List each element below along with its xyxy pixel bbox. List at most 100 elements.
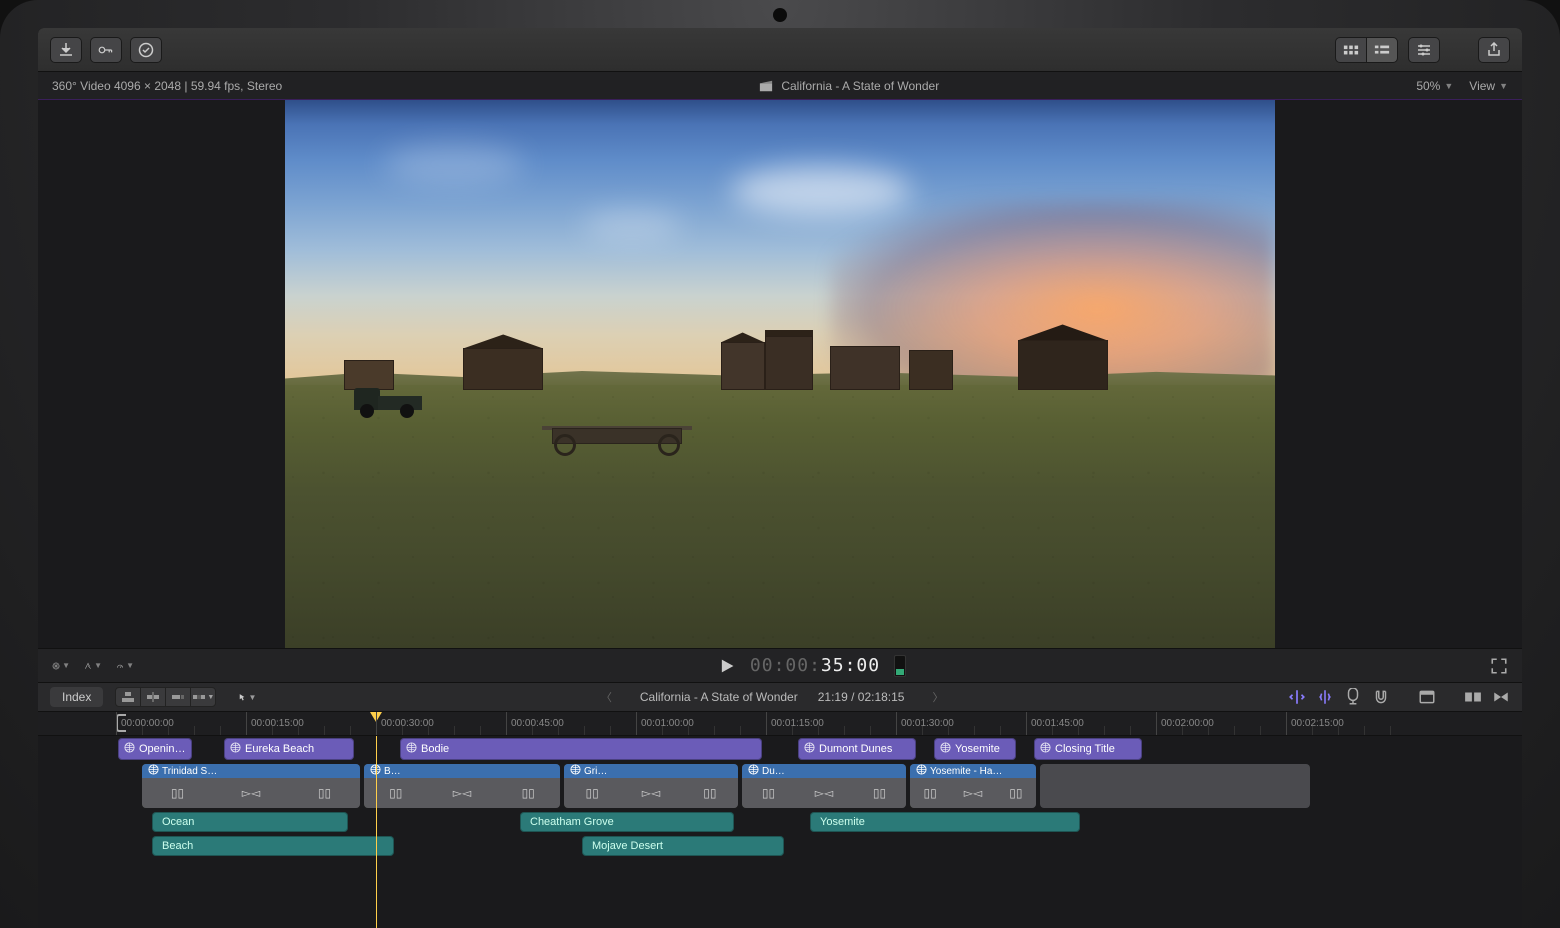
titles-track: Openin… Eureka Beach Bodie Dumont Dunes Yose… <box>38 738 1522 760</box>
clip-label: Dumont Dunes <box>819 743 892 755</box>
through-edit-join-icon: ▻◅ <box>642 786 660 800</box>
ruler-tick: 00:01:45:00 <box>1026 712 1084 735</box>
audio-clip[interactable]: Cheatham Grove <box>520 812 734 832</box>
title-clip[interactable]: Openin… <box>118 738 192 760</box>
tool-selector[interactable]: ▼ <box>238 688 256 706</box>
viewer-header: 360° Video 4096 × 2048 | 59.94 fps, Ster… <box>38 72 1522 100</box>
import-button[interactable] <box>50 37 82 63</box>
transitions-browser-button[interactable] <box>1464 688 1482 706</box>
audio-skimming-button[interactable] <box>1316 688 1334 706</box>
ruler-tick: 00:01:00:00 <box>636 712 694 735</box>
timeline[interactable]: Openin… Eureka Beach Bodie Dumont Dunes Yose… <box>38 736 1522 928</box>
filmstrip-view-button[interactable] <box>1335 37 1367 63</box>
clip-speed-dropdown[interactable]: ▼ <box>116 657 134 675</box>
title-clip[interactable]: Bodie <box>400 738 762 760</box>
through-edit-icon: ▯▯ <box>703 786 716 800</box>
globe-icon <box>230 742 241 756</box>
background-tasks-button[interactable] <box>130 37 162 63</box>
retime-dropdown[interactable]: ▼ <box>84 657 102 675</box>
zoom-value: 50% <box>1416 79 1440 93</box>
fullscreen-button[interactable] <box>1490 657 1508 675</box>
overwrite-clip-button[interactable]: ▼ <box>190 687 216 707</box>
share-button[interactable] <box>1478 37 1510 63</box>
main-toolbar <box>38 28 1522 72</box>
snapping-button[interactable] <box>1372 688 1390 706</box>
project-title: California - A State of Wonder <box>781 79 939 93</box>
title-clip[interactable]: Closing Title <box>1034 738 1142 760</box>
through-edit-icon: ▯▯ <box>389 786 402 800</box>
solo-button[interactable] <box>1344 688 1362 706</box>
audio-clip[interactable]: Ocean <box>152 812 348 832</box>
ruler-tick: 00:02:00:00 <box>1156 712 1214 735</box>
timeline-position: 21:19 / 02:18:15 <box>818 690 905 704</box>
video-clip[interactable]: Yosemite - Ha…▯▯▻◅▯▯ <box>910 764 1036 808</box>
ruler-tick: 00:00:15:00 <box>246 712 304 735</box>
key-icon <box>98 42 114 58</box>
timecode-bright: 35:00 <box>821 655 880 676</box>
through-edit-icon: ▯▯ <box>171 786 184 800</box>
primary-storyline: Trinidad S…▯▯▻◅▯▯B…▯▯▻◅▯▯Gri…▯▯▻◅▯▯Du…▯▯… <box>38 764 1522 808</box>
video-clip[interactable]: Trinidad S…▯▯▻◅▯▯ <box>142 764 360 808</box>
timeline-history-back[interactable]: 〈 <box>593 689 620 705</box>
globe-icon <box>748 764 759 778</box>
video-clip[interactable]: B… ▯▯ ▻◅ ▯▯ <box>364 764 560 808</box>
audio-clip[interactable]: Mojave Desert <box>582 836 784 856</box>
connect-clip-button[interactable] <box>115 687 141 707</box>
through-edit-join-icon: ▻◅ <box>815 786 833 800</box>
video-clip[interactable]: Gri…▯▯▻◅▯▯ <box>564 764 738 808</box>
timecode-display[interactable]: 00:00:35:00 <box>750 655 880 676</box>
through-edit-icon: ▯▯ <box>522 786 535 800</box>
list-view-button[interactable] <box>1366 37 1398 63</box>
timeline-index-button[interactable]: Index <box>50 687 103 707</box>
ruler-tick: 00:02:15:00 <box>1286 712 1344 735</box>
timeline-layout-buttons: ▼ <box>115 687 216 707</box>
globe-icon <box>916 764 927 778</box>
viewer[interactable] <box>38 100 1522 648</box>
ruler-tick: 00:01:30:00 <box>896 712 954 735</box>
play-button[interactable] <box>718 657 736 675</box>
clip-label: B… <box>384 766 401 777</box>
title-clip[interactable]: Yosemite <box>934 738 1016 760</box>
timeline-header: Index ▼ ▼ 〈 California - A State of Wond… <box>38 682 1522 712</box>
gap-clip[interactable] <box>1040 764 1310 808</box>
through-edit-join-icon: ▻◅ <box>453 786 471 800</box>
download-icon <box>58 42 74 58</box>
clip-label: Mojave Desert <box>592 840 663 852</box>
timeline-history-forward[interactable]: 〉 <box>924 689 951 705</box>
chevron-down-icon: ▼ <box>94 661 102 670</box>
ruler-tick: 00:00:30:00 <box>376 712 434 735</box>
clip-label: Closing Title <box>1055 743 1115 755</box>
view-dropdown[interactable]: View ▼ <box>1469 79 1508 93</box>
timeline-project-name: California - A State of Wonder <box>640 690 798 704</box>
list-icon <box>1374 42 1390 58</box>
timeline-ruler[interactable]: 00:00:00:0000:00:15:0000:00:30:0000:00:4… <box>38 712 1522 736</box>
globe-icon <box>148 764 159 778</box>
video-clip[interactable]: Du…▯▯▻◅▯▯ <box>742 764 906 808</box>
transport-bar: ▼ ▼ ▼ 00:00:35:00 <box>38 648 1522 682</box>
globe-icon <box>406 742 417 756</box>
title-clip[interactable]: Dumont Dunes <box>798 738 916 760</box>
transitions-button[interactable] <box>1492 688 1510 706</box>
clip-info-label: 360° Video 4096 × 2048 | 59.94 fps, Ster… <box>52 79 282 93</box>
through-edit-icon: ▯▯ <box>586 786 599 800</box>
clip-appearance-button[interactable] <box>1408 37 1440 63</box>
title-clip[interactable]: Eureka Beach <box>224 738 354 760</box>
audio-meter[interactable] <box>894 655 906 677</box>
audio-clip[interactable]: Beach <box>152 836 394 856</box>
clip-label: Beach <box>162 840 193 852</box>
keyword-button[interactable] <box>90 37 122 63</box>
effects-browser-button[interactable] <box>1418 688 1436 706</box>
ruler-tick: 00:00:45:00 <box>506 712 564 735</box>
append-clip-button[interactable] <box>165 687 191 707</box>
clip-label: Eureka Beach <box>245 743 314 755</box>
skimming-button[interactable] <box>1288 688 1306 706</box>
effects-dropdown[interactable]: ▼ <box>52 657 70 675</box>
audio-clip[interactable]: Yosemite <box>810 812 1080 832</box>
clip-label: Openin… <box>139 743 185 755</box>
chevron-down-icon: ▼ <box>248 693 256 702</box>
viewer-canvas <box>285 100 1275 648</box>
through-edit-icon: ▯▯ <box>924 786 937 800</box>
zoom-dropdown[interactable]: 50% ▼ <box>1416 79 1453 93</box>
playhead-line[interactable] <box>376 736 377 928</box>
insert-clip-button[interactable] <box>140 687 166 707</box>
